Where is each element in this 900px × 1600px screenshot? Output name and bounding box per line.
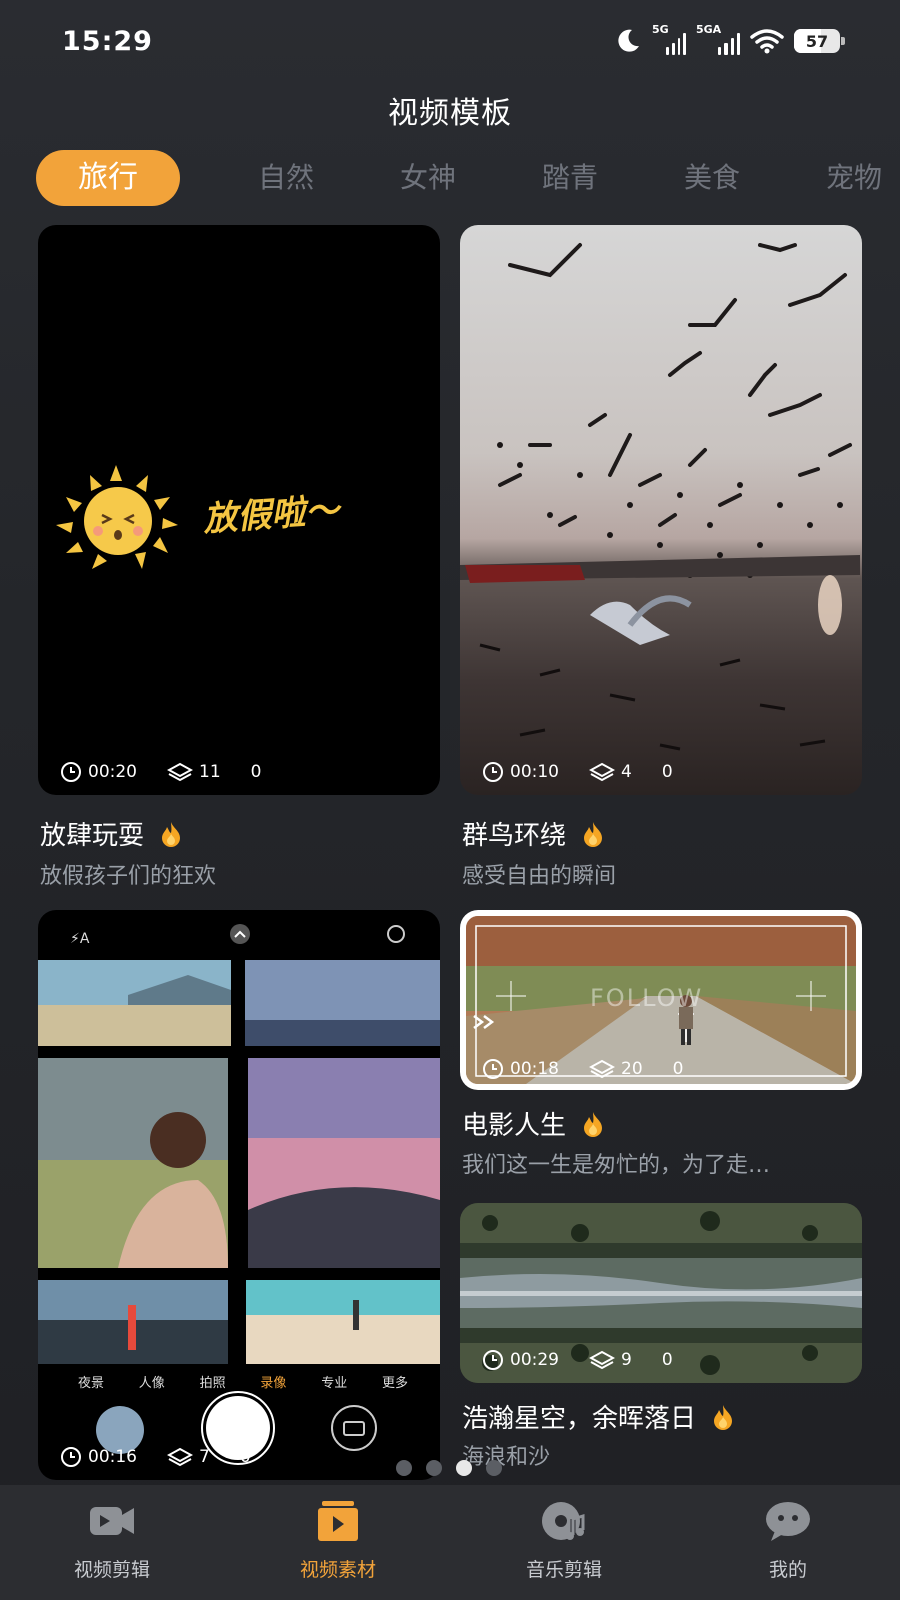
- pager-dots: [396, 1460, 502, 1476]
- pager-dot-active[interactable]: [456, 1460, 472, 1476]
- tab-nature[interactable]: 自然: [246, 150, 326, 206]
- template-meta: 00:18 20 0: [482, 1058, 683, 1080]
- template-card[interactable]: 00:10 4 0 群鸟环绕 感受自由的瞬间: [460, 225, 862, 889]
- template-title: 电影人生: [462, 1111, 567, 1141]
- template-description: 我们这一生是匆忙的，为了走…: [462, 1153, 771, 1178]
- fire-icon: [584, 1111, 603, 1137]
- fire-icon: [584, 821, 603, 847]
- status-icons: 5G 5GA 57: [614, 23, 845, 58]
- nav-label: 音乐剪辑: [525, 1559, 602, 1581]
- camera-mode: 专业: [321, 1376, 348, 1391]
- category-tabs: 旅行 自然 女神 踏青 美食 宠物: [36, 150, 900, 206]
- template-thumbnail: 00:10 4 0: [460, 225, 862, 795]
- nav-video-edit[interactable]: 视频剪辑: [32, 1485, 192, 1600]
- moon-icon: [618, 29, 639, 52]
- camera-collage-image: ⚡A: [38, 924, 440, 1465]
- layers-count: 9: [621, 1350, 632, 1370]
- template-meta: 00:10 4 0: [482, 761, 673, 783]
- nav-mine[interactable]: 我的: [708, 1485, 868, 1600]
- template-meta: 00:20 11 0: [60, 761, 261, 783]
- template-card[interactable]: 放假啦～ 00:20 11 0 放肆玩耍 放假孩子们的狂欢: [38, 225, 440, 889]
- video-camera-icon: [90, 1507, 134, 1535]
- duration-text: 00:16: [88, 1447, 137, 1467]
- nav-music-edit[interactable]: 音乐剪辑: [484, 1485, 644, 1600]
- layers-icon: [589, 1059, 615, 1079]
- duration-text: 00:18: [510, 1059, 559, 1079]
- thumbnail-caption: 放假啦～: [202, 490, 341, 540]
- signal-5ga-icon: 5GA: [696, 23, 740, 55]
- template-title: 群鸟环绕: [462, 821, 567, 851]
- template-card[interactable]: 00:29 9 0 浩瀚星空，余晖落日 海浪和沙: [460, 1203, 862, 1473]
- layers-icon: [589, 1350, 615, 1370]
- pager-dot[interactable]: [426, 1460, 442, 1476]
- video-material-icon: [318, 1501, 358, 1541]
- layers-count: 20: [621, 1059, 643, 1079]
- signal-5g-icon: 5G: [652, 23, 686, 55]
- fire-icon: [714, 1404, 733, 1430]
- use-count: 0: [672, 1059, 684, 1079]
- camera-mode: 拍照: [199, 1376, 226, 1391]
- nav-video-material[interactable]: 视频素材: [258, 1485, 418, 1600]
- pager-dot[interactable]: [486, 1460, 502, 1476]
- sun-icon: [56, 465, 178, 569]
- layers-icon: [167, 762, 193, 782]
- template-title: 浩瀚星空，余晖落日: [462, 1404, 697, 1434]
- tab-spring-outing[interactable]: 踏青: [530, 150, 610, 206]
- wifi-icon: [750, 29, 784, 54]
- use-count: 0: [250, 762, 262, 782]
- duration-text: 00:20: [88, 762, 137, 782]
- duration-text: 00:29: [510, 1350, 559, 1370]
- template-thumbnail: 00:29 9 0: [460, 1203, 862, 1383]
- camera-mode-bar: 夜景 人像 拍照 录像 专业 更多: [78, 1372, 408, 1391]
- page-title: 视频模板: [388, 96, 512, 131]
- template-meta: 00:29 9 0: [482, 1349, 673, 1371]
- tab-pets[interactable]: 宠物: [814, 150, 894, 206]
- clock-icon: [61, 762, 81, 782]
- tab-goddess[interactable]: 女神: [388, 150, 468, 206]
- clock-icon: [483, 1059, 503, 1079]
- layers-count: 4: [621, 762, 632, 782]
- use-count: 0: [239, 1447, 251, 1467]
- template-description: 海浪和沙: [462, 1445, 551, 1470]
- use-count: 0: [661, 762, 673, 782]
- use-count: 0: [661, 1350, 673, 1370]
- template-thumbnail: FOLLOW 00:18 20 0: [460, 910, 862, 1090]
- template-meta: 00:16 7 0: [60, 1446, 251, 1468]
- svg-text:⚡A: ⚡A: [70, 931, 90, 947]
- layers-icon: [589, 762, 615, 782]
- clock-icon: [483, 1350, 503, 1370]
- tab-food[interactable]: 美食: [672, 150, 752, 206]
- bottom-nav: 视频剪辑 视频素材 音乐剪辑 我的: [0, 1485, 900, 1600]
- template-card[interactable]: FOLLOW 00:18 20 0 电影人生 我们这一生是匆忙的，为了走…: [460, 910, 862, 1178]
- birds-image: [460, 243, 860, 751]
- pager-dot[interactable]: [396, 1460, 412, 1476]
- duration-text: 00:10: [510, 762, 559, 782]
- camera-mode: 更多: [381, 1376, 408, 1391]
- camera-mode: 人像: [138, 1376, 165, 1391]
- nav-label: 视频剪辑: [73, 1559, 150, 1581]
- template-description: 放假孩子们的狂欢: [40, 864, 217, 889]
- layers-count: 7: [199, 1447, 210, 1467]
- template-title: 放肆玩耍: [40, 821, 145, 851]
- layers-icon: [167, 1447, 193, 1467]
- clock-icon: [61, 1447, 81, 1467]
- status-time: 15:29: [62, 26, 153, 57]
- template-thumbnail: 放假啦～ 00:20 11 0: [38, 225, 440, 795]
- clock-icon: [483, 762, 503, 782]
- music-disc-icon: [542, 1502, 585, 1540]
- camera-mode: 夜景: [78, 1376, 105, 1391]
- status-bar: 15:29 5G 5GA 57: [0, 0, 900, 86]
- template-thumbnail: ⚡A 夜景 人像 拍照 录像 专业 更多 00:16 7 0: [38, 910, 440, 1480]
- battery-icon: 57: [794, 29, 845, 53]
- thumbnail-watermark: FOLLOW: [590, 984, 704, 1012]
- template-card[interactable]: ⚡A 夜景 人像 拍照 录像 专业 更多 00:16 7 0: [38, 910, 440, 1480]
- chat-face-icon: [766, 1502, 810, 1541]
- nav-label: 我的: [768, 1559, 807, 1581]
- layers-count: 11: [199, 762, 221, 782]
- camera-mode-active: 录像: [260, 1376, 287, 1391]
- tab-travel[interactable]: 旅行: [36, 150, 180, 206]
- fire-icon: [162, 821, 181, 847]
- nav-label: 视频素材: [299, 1559, 376, 1581]
- template-description: 感受自由的瞬间: [462, 864, 617, 889]
